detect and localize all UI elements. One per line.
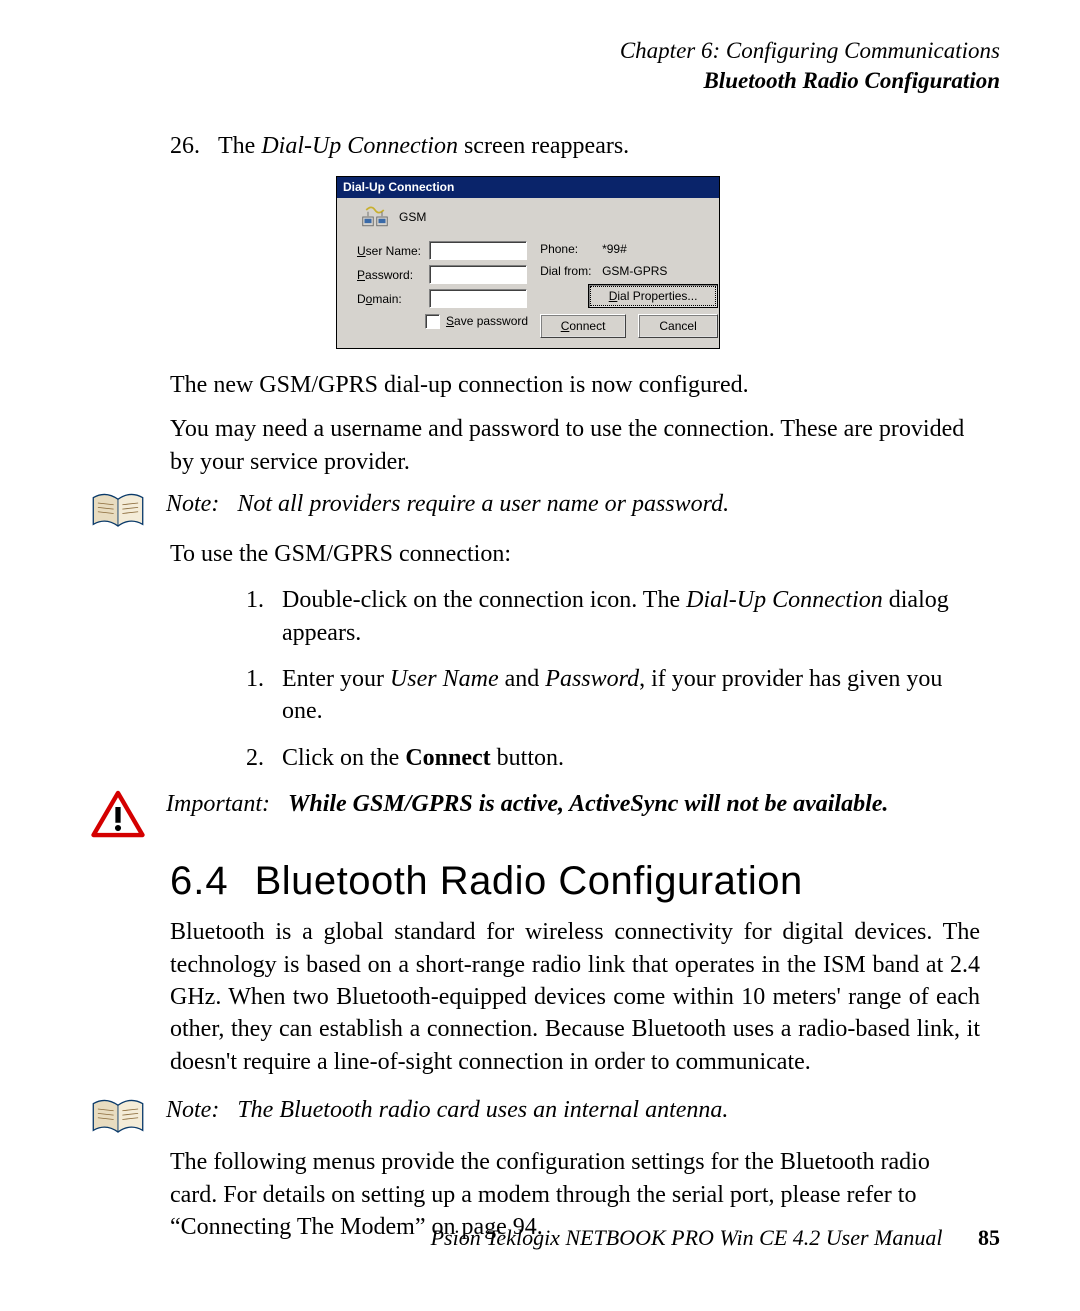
page-header: Chapter 6: Configuring Communications Bl… [80,36,1000,96]
important-activesync: Important: While GSM/GPRS is active, Act… [80,788,1000,840]
save-password-checkbox[interactable] [425,314,440,329]
save-password-label: Save password [446,313,528,329]
step-text: The Dial-Up Connection screen reappears. [218,130,629,162]
section-heading-6-4: 6.4 Bluetooth Radio Configuration [170,854,1000,908]
username-input[interactable] [429,241,527,260]
phone-value: *99# [602,241,627,257]
substep-1: 1. Double-click on the connection icon. … [238,584,960,649]
page-number: 85 [978,1225,1000,1250]
note-providers: Note: Not all providers require a user n… [80,488,1000,532]
dialup-dialog: Dial-Up Connection GSM User Name: Passwo… [336,176,720,349]
paragraph-bluetooth-intro: Bluetooth is a global standard for wirel… [170,916,980,1078]
chapter-title: Chapter 6: Configuring Communications [80,36,1000,66]
substep-2: 1. Enter your User Name and Password, if… [238,663,960,728]
paragraph-credentials: You may need a username and password to … [170,413,980,478]
dialog-titlebar: Dial-Up Connection [337,177,719,198]
domain-input[interactable] [429,289,527,308]
note-text: The Bluetooth radio card uses an interna… [237,1094,728,1126]
dialfrom-value: GSM-GPRS [602,263,667,279]
paragraph-touse: To use the GSM/GPRS connection: [170,538,980,570]
note-text: Not all providers require a user name or… [237,488,729,520]
note-antenna: Note: The Bluetooth radio card uses an i… [80,1094,1000,1138]
username-label: User Name: [357,243,423,259]
note-label: Note: [166,1094,219,1126]
connection-name: GSM [399,209,426,225]
password-label: Password: [357,267,423,283]
phone-label: Phone: [540,241,596,257]
warning-icon [90,788,146,840]
page: Chapter 6: Configuring Communications Bl… [0,0,1080,1311]
book-icon [90,1094,146,1138]
paragraph-configured: The new GSM/GPRS dial-up connection is n… [170,369,980,401]
connection-icon [361,204,389,230]
page-footer: Psion Teklogix NETBOOK PRO Win CE 4.2 Us… [431,1225,1000,1251]
section-subtitle: Bluetooth Radio Configuration [80,66,1000,96]
dialfrom-label: Dial from: [540,263,596,279]
cancel-button[interactable]: Cancel [638,314,718,338]
book-icon [90,488,146,532]
password-input[interactable] [429,265,527,284]
note-label: Note: [166,488,219,520]
connect-button[interactable]: Connect [540,314,626,338]
footer-text: Psion Teklogix NETBOOK PRO Win CE 4.2 Us… [431,1225,943,1250]
dial-properties-button[interactable]: Dial Properties... [588,284,718,308]
domain-label: Domain: [357,291,423,307]
step-26: 26. The Dial-Up Connection screen reappe… [170,130,1000,162]
section-title: Bluetooth Radio Configuration [255,854,803,908]
important-label: Important: [166,788,270,820]
step-number: 26. [170,130,204,162]
substep-3: 2. Click on the Connect button. [238,742,960,774]
section-number: 6.4 [170,854,229,908]
important-text: While GSM/GPRS is active, ActiveSync wil… [288,788,888,820]
